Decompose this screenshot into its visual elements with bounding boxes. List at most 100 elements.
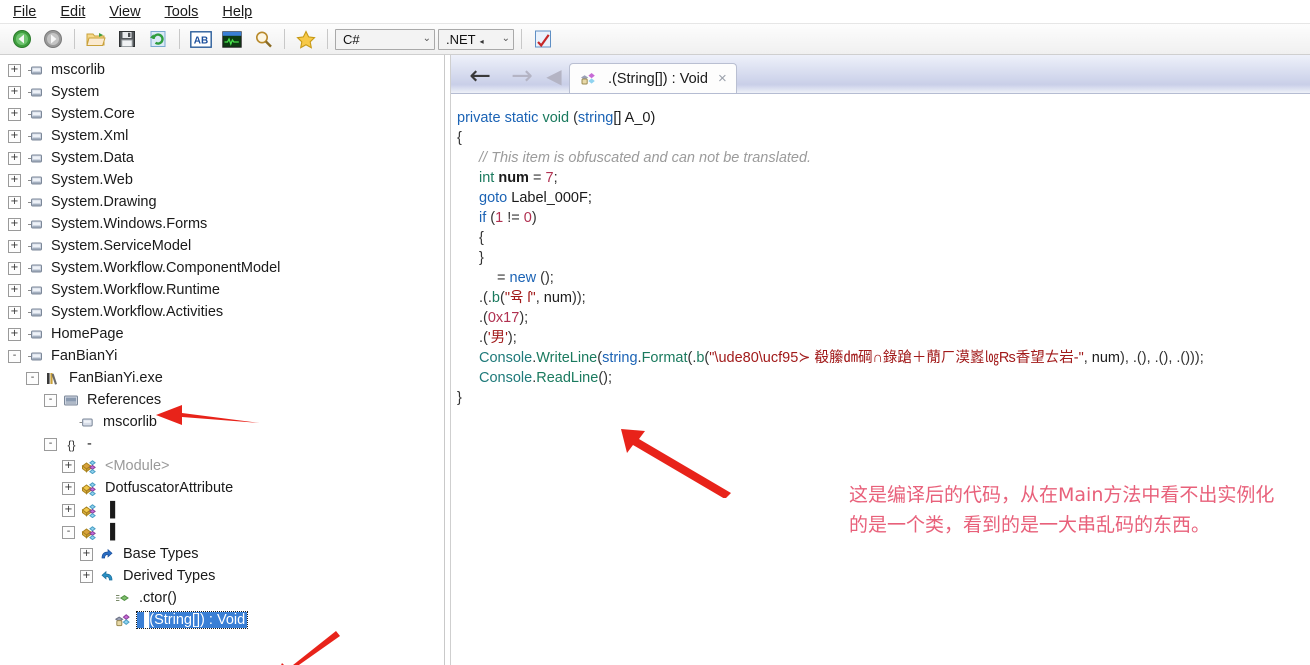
tree-node[interactable]: .ctor() — [0, 587, 444, 609]
expand-icon[interactable]: + — [80, 547, 93, 561]
tree-node[interactable]: + DotfuscatorAttribute — [0, 477, 444, 499]
toolbar-separator — [284, 29, 285, 49]
tree-node[interactable]: + System.Workflow.Runtime — [0, 279, 444, 301]
tree-node[interactable]: - References — [0, 389, 444, 411]
expand-icon[interactable]: + — [62, 481, 75, 495]
annotation-line-1: 这是编译后的代码，从在Main方法中看不出实例化 — [849, 484, 1275, 506]
tree-node[interactable]: + ▐ — [0, 499, 444, 521]
collapse-icon[interactable]: - — [8, 349, 21, 363]
menu-item-edit[interactable]: Edit — [57, 3, 88, 21]
code-token: '男' — [487, 330, 508, 346]
expand-icon[interactable]: + — [8, 239, 21, 253]
expand-icon[interactable]: + — [8, 173, 21, 187]
tree-node[interactable]: + System.Workflow.ComponentModel — [0, 257, 444, 279]
expand-icon[interactable]: + — [8, 217, 21, 231]
references-folder-icon — [63, 392, 80, 408]
search-button[interactable] — [249, 26, 277, 52]
expand-icon[interactable]: + — [80, 569, 93, 583]
collapse-icon[interactable]: - — [44, 437, 57, 451]
tree-node-label: System.Workflow.Activities — [51, 304, 224, 320]
expand-icon[interactable]: + — [8, 85, 21, 99]
tree-node[interactable]: + Derived Types — [0, 565, 444, 587]
assembly-icon — [28, 220, 42, 228]
code-token: ); — [507, 330, 517, 346]
tree-node-label: - — [87, 436, 92, 452]
ab-text-icon: AB — [190, 30, 212, 48]
code-token: (. — [687, 350, 697, 366]
tree-node[interactable]: - FanBianYi.exe — [0, 367, 444, 389]
menu-item-file[interactable]: File — [10, 3, 39, 21]
expand-icon[interactable]: + — [8, 305, 21, 319]
open-button[interactable] — [82, 26, 110, 52]
module-icon — [45, 370, 62, 386]
tree-node[interactable]: mscorlib — [0, 411, 444, 433]
check-document-button[interactable] — [529, 26, 557, 52]
code-line: .(0x17); — [457, 308, 1310, 328]
code-token: Format — [641, 350, 688, 366]
tree-node[interactable]: + System.Web — [0, 169, 444, 191]
check-document-icon — [534, 30, 551, 48]
expand-icon[interactable]: + — [8, 261, 21, 275]
favorites-button[interactable] — [292, 26, 320, 52]
assembly-icon — [28, 110, 42, 118]
tab-method-main[interactable]: .(String[]) : Void × — [569, 63, 737, 93]
framework-combo[interactable]: .NET ◂ ⌄ — [438, 28, 514, 50]
code-token: } — [479, 250, 484, 266]
tree-node-label: System.Xml — [51, 128, 129, 144]
assembly-icon — [27, 150, 44, 166]
forward-button[interactable] — [39, 26, 67, 52]
method-static-icon — [115, 612, 132, 628]
collapse-icon[interactable]: - — [62, 525, 75, 539]
code-token: .(. — [479, 290, 492, 306]
nav-back-button[interactable]: ← — [459, 59, 501, 93]
back-button[interactable] — [8, 26, 36, 52]
collapse-icon[interactable]: - — [44, 393, 57, 407]
tree-node[interactable]: + System.Workflow.Activities — [0, 301, 444, 323]
expand-icon[interactable]: + — [8, 129, 21, 143]
assembly-tree[interactable]: + mscorlib + System + System.Core + System.Xml +… — [0, 55, 444, 631]
tree-node[interactable]: + System — [0, 81, 444, 103]
assembly-icon — [27, 282, 44, 298]
expand-icon[interactable]: + — [8, 151, 21, 165]
tree-node[interactable]: - FanBianYi — [0, 345, 444, 367]
expand-icon[interactable]: + — [8, 63, 21, 77]
expand-icon[interactable]: + — [62, 459, 75, 473]
code-token: } — [457, 390, 462, 406]
namespace-icon: {} — [67, 438, 75, 452]
tree-node[interactable]: - ▐ — [0, 521, 444, 543]
nav-history-dropdown-icon[interactable]: ◀ — [543, 59, 565, 93]
tree-node[interactable]: + Base Types — [0, 543, 444, 565]
tree-node[interactable]: -{} - — [0, 433, 444, 455]
tree-node[interactable]: + System.ServiceModel — [0, 235, 444, 257]
tree-node[interactable]: + <Module> — [0, 455, 444, 477]
menu-item-help[interactable]: Help — [219, 3, 255, 21]
ab-text-button[interactable]: AB — [187, 26, 215, 52]
expand-icon[interactable]: + — [62, 503, 75, 517]
menu-item-tools[interactable]: Tools — [162, 3, 202, 21]
save-button[interactable] — [113, 26, 141, 52]
assembly-tree-pane: + mscorlib + System + System.Core + System.Xml +… — [0, 55, 445, 665]
expand-icon[interactable]: + — [8, 107, 21, 121]
code-token: private — [457, 110, 505, 126]
language-combo[interactable]: C# ⌄ — [335, 28, 435, 50]
base-types-icon — [99, 546, 116, 562]
nav-forward-button[interactable]: → — [501, 59, 543, 93]
tree-node[interactable]: + mscorlib — [0, 59, 444, 81]
menu-item-view[interactable]: View — [106, 3, 143, 21]
expand-icon[interactable]: + — [8, 195, 21, 209]
tree-node[interactable]: + HomePage — [0, 323, 444, 345]
tree-node[interactable]: + System.Xml — [0, 125, 444, 147]
tree-node-label: System.Windows.Forms — [51, 216, 208, 232]
console-window-button[interactable] — [218, 26, 246, 52]
expand-icon[interactable]: + — [8, 283, 21, 297]
refresh-button[interactable] — [144, 26, 172, 52]
tree-node[interactable]: + System.Data — [0, 147, 444, 169]
tree-node[interactable]: + System.Core — [0, 103, 444, 125]
collapse-icon[interactable]: - — [26, 371, 39, 385]
expand-icon[interactable]: + — [8, 327, 21, 341]
tree-node[interactable]: + System.Drawing — [0, 191, 444, 213]
tree-node[interactable]: + System.Windows.Forms — [0, 213, 444, 235]
framework-mini-triangle-icon: ◂ — [479, 36, 484, 46]
close-icon[interactable]: × — [715, 70, 730, 87]
tree-node-selected[interactable]: ▐(String[]) : Void — [0, 609, 444, 631]
